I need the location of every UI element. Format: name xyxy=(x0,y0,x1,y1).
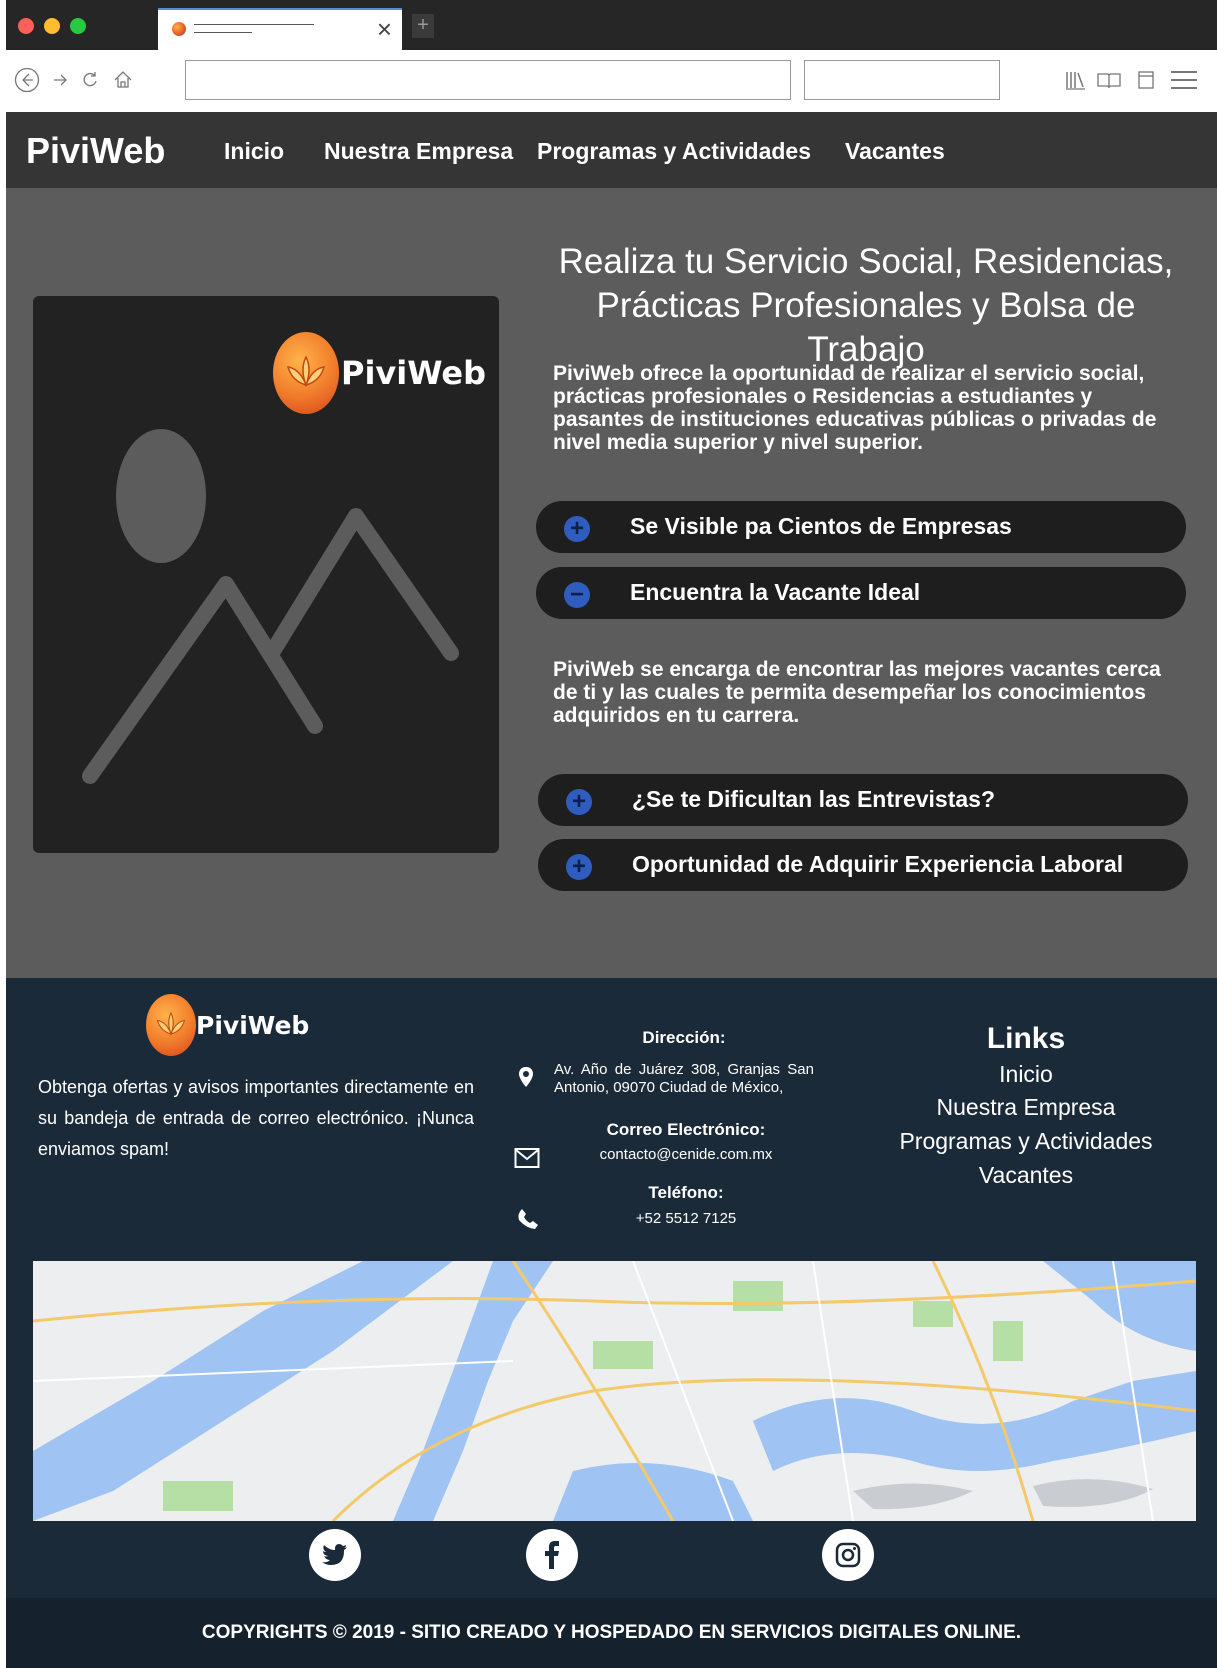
hero-section: PiviWeb Realiza tu Servicio Social, Resi… xyxy=(6,188,1217,978)
navigation-bar xyxy=(6,50,1217,113)
footer-link-inicio[interactable]: Inicio xyxy=(886,1061,1166,1088)
reader-icon[interactable] xyxy=(1096,67,1122,99)
accordion-vacante-ideal[interactable]: − Encuentra la Vacante Ideal xyxy=(536,567,1186,619)
library-icon[interactable] xyxy=(1064,67,1088,99)
plus-circle-icon: + xyxy=(566,789,592,815)
phone-icon xyxy=(517,1208,539,1235)
footer-logo: PiviWeb xyxy=(146,994,309,1056)
close-window-button[interactable] xyxy=(18,18,34,34)
accordion-experiencia-laboral[interactable]: + Oportunidad de Adquirir Experiencia La… xyxy=(538,839,1188,891)
accordion-entrevistas[interactable]: + ¿Se te Dificultan las Entrevistas? xyxy=(538,774,1188,826)
nav-inicio[interactable]: Inicio xyxy=(224,138,284,165)
nav-vacantes[interactable]: Vacantes xyxy=(845,138,945,165)
location-map[interactable] xyxy=(33,1261,1196,1521)
email-label: Correo Electrónico: xyxy=(606,1120,766,1139)
hero-title-line-1: Realiza tu Servicio Social, Residencias, xyxy=(558,242,1174,281)
accordion-label: Oportunidad de Adquirir Experiencia Labo… xyxy=(632,851,1124,877)
lotus-logo-icon xyxy=(146,994,196,1056)
title-bar: × + xyxy=(6,0,1217,50)
links-title: Links xyxy=(986,1022,1066,1055)
accordion-label: Se Visible pa Cientos de Empresas xyxy=(630,513,1012,539)
footer-link-vacantes[interactable]: Vacantes xyxy=(886,1162,1166,1189)
plus-circle-icon: + xyxy=(564,516,590,542)
newsletter-text: Obtenga ofertas y avisos importantes dir… xyxy=(38,1077,474,1159)
map-image xyxy=(33,1261,1196,1521)
minus-circle-icon: − xyxy=(564,582,590,608)
copyright-text: COPYRIGHTS © 2019 - SITIO CREADO Y HOSPE… xyxy=(201,1622,1022,1643)
address-text: Av. Año de Juárez 308, Granjas San Anton… xyxy=(554,1061,814,1096)
hero-title: Realiza tu Servicio Social, Residencias,… xyxy=(536,240,1196,372)
plus-circle-icon: + xyxy=(566,854,592,880)
footer-link-nuestra-empresa[interactable]: Nuestra Empresa xyxy=(886,1094,1166,1121)
nav-programas-actividades[interactable]: Programas y Actividades xyxy=(537,138,811,165)
sidebar-icon[interactable] xyxy=(1136,67,1156,99)
lotus-logo-icon xyxy=(273,332,339,414)
firefox-favicon-icon xyxy=(172,22,186,36)
facebook-icon[interactable] xyxy=(526,1529,578,1581)
tab-close-icon[interactable]: × xyxy=(377,14,392,44)
reload-icon[interactable] xyxy=(80,67,100,99)
hero-intro: PiviWeb ofrece la oportunidad de realiza… xyxy=(553,362,1157,454)
hero-logo: PiviWeb xyxy=(273,332,486,414)
browser-window: × + PiviWeb Inicio Nuestra Empresa Progr… xyxy=(6,0,1217,1668)
site-footer: PiviWeb Obtenga ofertas y avisos importa… xyxy=(6,978,1217,1668)
site-header: PiviWeb Inicio Nuestra Empresa Programas… xyxy=(6,112,1217,188)
browser-tab[interactable]: × xyxy=(158,8,402,50)
accordion-expanded-text: PiviWeb se encarga de encontrar las mejo… xyxy=(553,658,1161,727)
twitter-icon[interactable] xyxy=(309,1529,361,1581)
new-tab-button[interactable]: + xyxy=(412,14,434,38)
tab-title-placeholder xyxy=(194,24,314,25)
accordion-visible-empresas[interactable]: + Se Visible pa Cientos de Empresas xyxy=(536,501,1186,553)
footer-link-programas[interactable]: Programas y Actividades xyxy=(886,1128,1166,1155)
map-pin-icon xyxy=(518,1066,534,1093)
address-bar[interactable] xyxy=(185,60,791,100)
instagram-icon[interactable] xyxy=(822,1529,874,1581)
accordion-label: Encuentra la Vacante Ideal xyxy=(630,579,921,605)
site-brand[interactable]: PiviWeb xyxy=(26,130,165,172)
search-bar[interactable] xyxy=(804,60,1000,100)
maximize-window-button[interactable] xyxy=(70,18,86,34)
hero-title-line-2: Prácticas Profesionales y Bolsa de Traba… xyxy=(596,286,1136,369)
back-icon[interactable] xyxy=(14,67,40,99)
footer-logo-text: PiviWeb xyxy=(196,1010,310,1040)
forward-icon[interactable] xyxy=(50,67,70,99)
email-value[interactable]: contacto@cenide.com.mx xyxy=(556,1146,816,1163)
minimize-window-button[interactable] xyxy=(44,18,60,34)
copyright-bar: COPYRIGHTS © 2019 - SITIO CREADO Y HOSPE… xyxy=(6,1598,1217,1668)
hero-logo-text: PiviWeb xyxy=(341,354,487,392)
accordion-label: ¿Se te Dificultan las Entrevistas? xyxy=(632,786,996,812)
menu-icon[interactable] xyxy=(1170,67,1198,99)
nav-nuestra-empresa[interactable]: Nuestra Empresa xyxy=(324,138,513,165)
envelope-icon xyxy=(514,1147,540,1174)
address-label: Dirección: xyxy=(642,1028,726,1047)
phone-value[interactable]: +52 5512 7125 xyxy=(556,1210,816,1227)
tab-title-placeholder-2 xyxy=(194,32,252,33)
image-placeholder: PiviWeb xyxy=(33,296,499,853)
home-icon[interactable] xyxy=(112,67,134,99)
phone-label: Teléfono: xyxy=(648,1183,724,1202)
